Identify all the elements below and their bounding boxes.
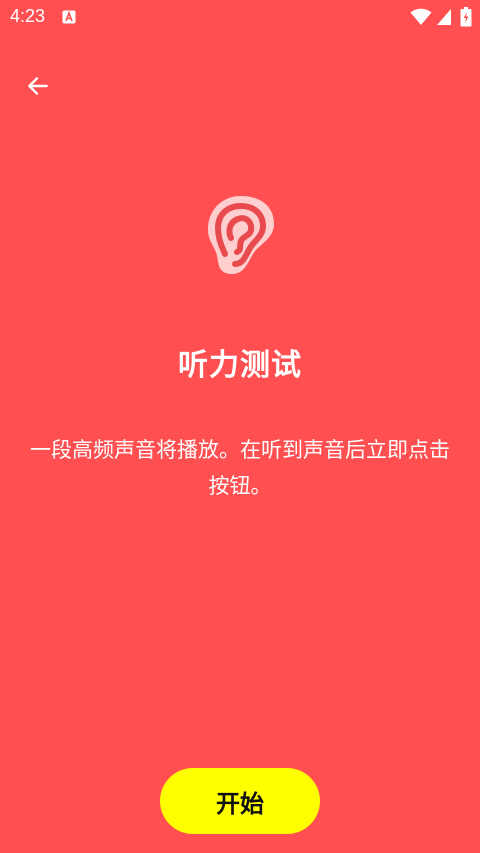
arrow-left-icon — [28, 77, 48, 95]
back-button[interactable] — [20, 68, 56, 104]
start-button[interactable]: 开始 — [160, 768, 320, 834]
page-title: 听力测试 — [178, 348, 302, 383]
battery-charging-icon — [460, 7, 472, 27]
start-button-label: 开始 — [216, 789, 264, 818]
signal-icon — [437, 9, 451, 25]
app-notification-icon — [62, 10, 76, 24]
wifi-icon — [410, 8, 432, 25]
status-bar: 4:23 — [0, 0, 480, 34]
ear-icon — [208, 196, 274, 274]
status-time: 4:23 — [10, 6, 46, 26]
instruction-text: 一段高频声音将播放。在听到声音后立即点击按钮。 — [30, 438, 450, 498]
